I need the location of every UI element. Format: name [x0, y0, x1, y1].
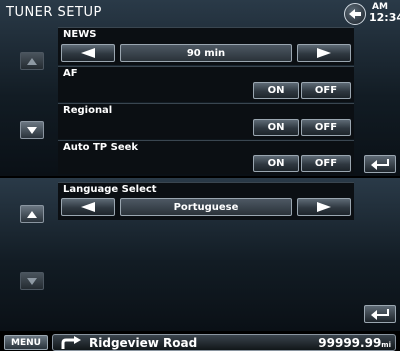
- regional-setting-row: Regional ON OFF: [58, 103, 354, 139]
- arrow-right-icon: [317, 48, 331, 58]
- af-label: AF: [63, 68, 78, 79]
- distance-value: 99999.99: [318, 336, 382, 350]
- triangle-down-icon: [27, 126, 37, 134]
- auto-tp-seek-label: Auto TP Seek: [63, 142, 139, 153]
- arrow-left-icon: [81, 202, 95, 212]
- triangle-up-icon: [27, 210, 37, 218]
- scroll-down-button[interactable]: [20, 121, 44, 139]
- news-setting-row: NEWS 90 min: [58, 27, 354, 65]
- scroll-up-button[interactable]: [20, 52, 44, 70]
- regional-label: Regional: [63, 105, 113, 116]
- return-button[interactable]: [364, 155, 396, 173]
- arrow-left-icon: [81, 48, 95, 58]
- triangle-up-icon: [27, 57, 37, 65]
- language-value: Portuguese: [120, 198, 292, 216]
- clock-time: 12:34: [369, 11, 400, 24]
- news-decrease-button[interactable]: [61, 44, 115, 62]
- scroll-down-button-2[interactable]: [20, 272, 44, 290]
- distance-readout: 99999.99mi: [318, 335, 391, 351]
- af-on-button[interactable]: ON: [253, 82, 299, 99]
- arrow-right-icon: [317, 202, 331, 212]
- street-name: Ridgeview Road: [89, 336, 198, 350]
- triangle-down-icon: [27, 277, 37, 285]
- tuner-setup-panel: TUNER SETUP AM 12:34 NEWS 90 min AF ON O…: [0, 0, 400, 176]
- language-label: Language Select: [63, 184, 157, 195]
- news-label: NEWS: [63, 29, 97, 40]
- language-previous-button[interactable]: [61, 198, 115, 216]
- status-bar: MENU Ridgeview Road 99999.99mi: [0, 333, 400, 351]
- af-setting-row: AF ON OFF: [58, 66, 354, 102]
- turn-right-icon: [61, 336, 81, 349]
- af-off-button[interactable]: OFF: [301, 82, 351, 99]
- regional-on-button[interactable]: ON: [253, 119, 299, 136]
- menu-button[interactable]: MENU: [4, 335, 48, 350]
- return-button-2[interactable]: [364, 305, 396, 323]
- auto-tp-seek-on-button[interactable]: ON: [253, 155, 299, 172]
- regional-off-button[interactable]: OFF: [301, 119, 351, 136]
- auto-tp-seek-setting-row: Auto TP Seek ON OFF: [58, 140, 354, 174]
- language-next-button[interactable]: [297, 198, 351, 216]
- back-arrow-icon: [349, 9, 361, 19]
- distance-unit: mi: [381, 341, 391, 349]
- language-select-panel: Language Select Portuguese: [0, 178, 400, 331]
- navigation-info[interactable]: Ridgeview Road 99999.99mi: [52, 334, 396, 351]
- back-button[interactable]: [344, 3, 366, 25]
- return-arrow-icon: [371, 309, 389, 320]
- language-setting-row: Language Select Portuguese: [58, 182, 354, 220]
- scroll-up-button-2[interactable]: [20, 205, 44, 223]
- page-title: TUNER SETUP: [6, 5, 102, 20]
- auto-tp-seek-off-button[interactable]: OFF: [301, 155, 351, 172]
- news-value: 90 min: [120, 44, 292, 62]
- return-arrow-icon: [371, 159, 389, 170]
- news-increase-button[interactable]: [297, 44, 351, 62]
